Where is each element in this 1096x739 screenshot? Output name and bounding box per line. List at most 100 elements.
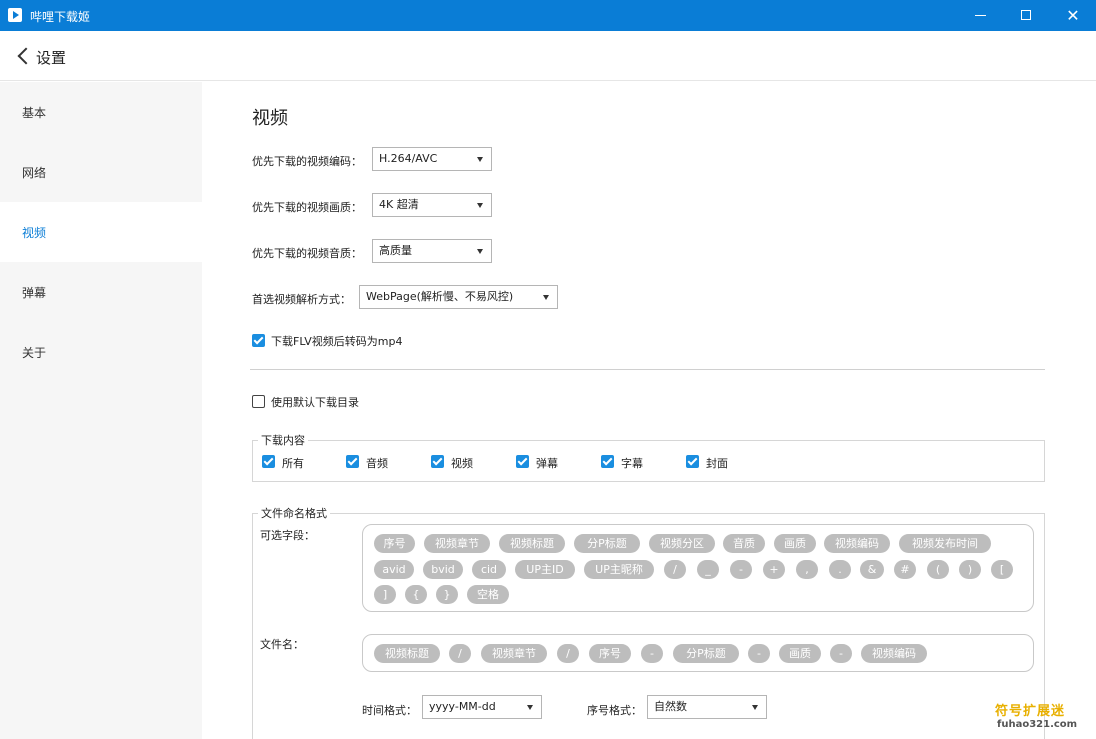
maximize-icon (1021, 10, 1031, 20)
settings-content: 视频 优先下载的视频编码： H.264/AVC 优先下载的视频画质： 4K 超清… (202, 82, 1096, 739)
divider (250, 369, 1045, 370)
index-format-label: 序号格式： (587, 704, 642, 717)
minimize-button[interactable] (958, 0, 1004, 31)
content-video-label: 视频 (451, 457, 473, 470)
section-title: 视频 (252, 108, 288, 129)
sidebar-item-basic[interactable]: 基本 (0, 82, 202, 142)
filename-chip[interactable]: / (557, 644, 579, 663)
title-bar: 哔哩下载姬 ✕ (0, 0, 1096, 31)
field-chip[interactable]: 视频发布时间 (899, 534, 991, 553)
field-chip[interactable]: . (829, 560, 851, 579)
filename-chip[interactable]: 画质 (779, 644, 821, 663)
filename-chip[interactable]: - (748, 644, 770, 663)
field-chip[interactable]: + (763, 560, 785, 579)
filename-label: 文件名： (260, 638, 304, 651)
page-header: 设置 (0, 31, 1096, 81)
dropdown-arrow-icon (752, 705, 758, 710)
index-format-select[interactable]: 自然数 (647, 695, 767, 719)
sidebar-item-about[interactable]: 关于 (0, 322, 202, 382)
dropdown-arrow-icon (477, 203, 483, 208)
content-cover-checkbox[interactable] (686, 455, 699, 468)
field-chip[interactable]: { (405, 585, 427, 604)
back-arrow-icon[interactable] (16, 47, 30, 65)
window-title: 哔哩下载姬 (30, 10, 91, 24)
watermark-url: fuhao321.com (997, 719, 1078, 730)
field-chip[interactable]: _ (697, 560, 719, 579)
audio-select[interactable]: 高质量 (372, 239, 492, 263)
field-chip[interactable]: cid (472, 560, 506, 579)
field-chip[interactable]: UP主ID (515, 560, 575, 579)
quality-select-value: 4K 超清 (379, 198, 419, 211)
field-chip[interactable]: avid (374, 560, 414, 579)
content-cover-label: 封面 (706, 457, 728, 470)
filename-chip[interactable]: 视频标题 (374, 644, 440, 663)
field-chip[interactable]: 空格 (467, 585, 509, 604)
filename-chip[interactable]: - (641, 644, 663, 663)
dropdown-arrow-icon (477, 249, 483, 254)
field-chip[interactable]: , (796, 560, 818, 579)
maximize-button[interactable] (1004, 0, 1050, 31)
close-button[interactable]: ✕ (1050, 0, 1096, 31)
filename-chip[interactable]: / (449, 644, 471, 663)
filename-chip[interactable]: - (830, 644, 852, 663)
codec-label: 优先下载的视频编码： (252, 155, 362, 168)
content-all-label: 所有 (282, 457, 304, 470)
field-chip[interactable]: / (664, 560, 686, 579)
index-format-value: 自然数 (654, 700, 687, 713)
content-danmaku-label: 弹幕 (536, 457, 558, 470)
time-format-label: 时间格式： (362, 704, 417, 717)
page-title: 设置 (36, 49, 67, 67)
field-chip[interactable]: 分P标题 (574, 534, 640, 553)
field-chip[interactable]: 视频章节 (424, 534, 490, 553)
field-chip[interactable]: 画质 (774, 534, 816, 553)
default-dir-checkbox[interactable] (252, 395, 265, 408)
audio-select-value: 高质量 (379, 244, 412, 257)
field-chip[interactable]: 音质 (723, 534, 765, 553)
default-dir-label: 使用默认下载目录 (271, 396, 359, 409)
content-subtitle-checkbox[interactable] (601, 455, 614, 468)
content-audio-label: 音频 (366, 457, 388, 470)
watermark-text: 符号扩展迷 (995, 704, 1066, 719)
minimize-icon (975, 15, 986, 16)
field-chip[interactable]: 视频分区 (649, 534, 715, 553)
content-video-checkbox[interactable] (431, 455, 444, 468)
field-chip[interactable]: 视频标题 (499, 534, 565, 553)
filename-chip[interactable]: 分P标题 (673, 644, 739, 663)
field-chip[interactable]: 序号 (374, 534, 415, 553)
flv-to-mp4-checkbox[interactable] (252, 334, 265, 347)
file-naming-title: 文件命名格式 (258, 505, 330, 521)
filename-chip[interactable]: 视频章节 (481, 644, 547, 663)
field-chip[interactable]: ( (927, 560, 949, 579)
sidebar-item-label: 关于 (22, 346, 47, 360)
filename-chip[interactable]: 视频编码 (861, 644, 927, 663)
field-chip[interactable]: ] (374, 585, 396, 604)
content-audio-checkbox[interactable] (346, 455, 359, 468)
sidebar-item-label: 基本 (22, 106, 47, 120)
download-content-title: 下载内容 (258, 432, 308, 448)
sidebar-item-danmaku[interactable]: 弹幕 (0, 262, 202, 322)
field-chip[interactable]: [ (991, 560, 1013, 579)
field-chip[interactable]: # (894, 560, 916, 579)
dropdown-arrow-icon (527, 705, 533, 710)
parse-label: 首选视频解析方式： (252, 293, 351, 306)
sidebar-item-label: 弹幕 (22, 286, 47, 300)
dropdown-arrow-icon (477, 157, 483, 162)
content-all-checkbox[interactable] (262, 455, 275, 468)
field-chip[interactable]: UP主昵称 (584, 560, 654, 579)
dropdown-arrow-icon (543, 295, 549, 300)
field-chip[interactable]: } (436, 585, 458, 604)
field-chip[interactable]: 视频编码 (824, 534, 890, 553)
filename-chip[interactable]: 序号 (589, 644, 631, 663)
time-format-select[interactable]: yyyy-MM-dd (422, 695, 542, 719)
parse-select[interactable]: WebPage(解析慢、不易风控) (359, 285, 558, 309)
field-chip[interactable]: - (730, 560, 752, 579)
sidebar-item-network[interactable]: 网络 (0, 142, 202, 202)
field-chip[interactable]: ) (959, 560, 981, 579)
settings-sidebar: 基本 网络 视频 弹幕 关于 (0, 82, 202, 739)
field-chip[interactable]: & (860, 560, 884, 579)
content-danmaku-checkbox[interactable] (516, 455, 529, 468)
sidebar-item-video[interactable]: 视频 (0, 202, 202, 262)
quality-select[interactable]: 4K 超清 (372, 193, 492, 217)
field-chip[interactable]: bvid (423, 560, 463, 579)
codec-select[interactable]: H.264/AVC (372, 147, 492, 171)
